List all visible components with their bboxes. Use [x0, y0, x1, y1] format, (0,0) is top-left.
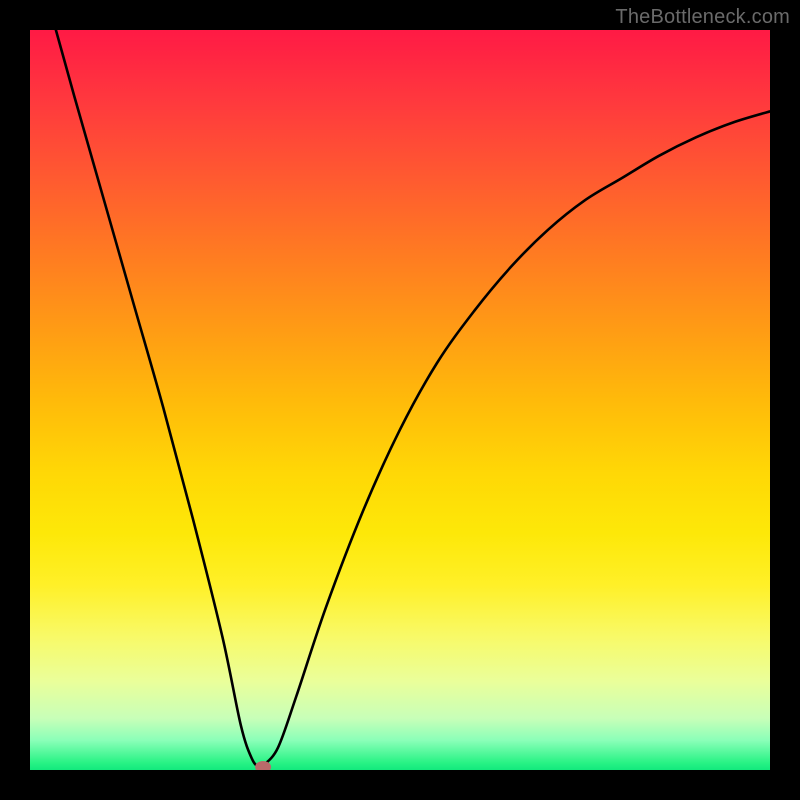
curve-svg — [30, 30, 770, 770]
watermark-text: TheBottleneck.com — [615, 6, 790, 29]
plot-area — [30, 30, 770, 770]
bottleneck-curve — [56, 30, 770, 768]
chart-frame: TheBottleneck.com — [0, 0, 800, 800]
min-point-marker — [255, 761, 271, 770]
